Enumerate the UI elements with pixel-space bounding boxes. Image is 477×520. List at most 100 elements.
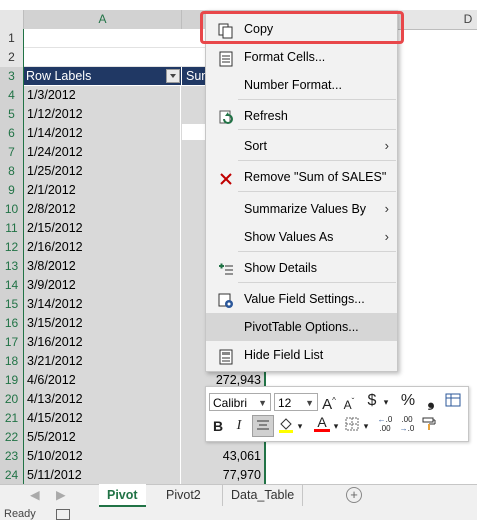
row-header[interactable]: 12 (0, 238, 24, 258)
pivot-row-value[interactable]: 77,970 (181, 466, 265, 486)
row-header[interactable]: 4 (0, 86, 24, 106)
menu-separator (238, 191, 396, 192)
row-header[interactable]: 18 (0, 352, 24, 372)
row-header[interactable]: 2 (0, 48, 24, 68)
row-header[interactable]: 11 (0, 219, 24, 239)
scroll-tabs-right-icon[interactable]: ▶ (48, 484, 74, 506)
row-header[interactable]: 6 (0, 124, 24, 144)
select-all-corner[interactable] (0, 10, 24, 29)
menu-item-number-format[interactable]: Number Format... (206, 71, 397, 99)
chevron-down-icon[interactable]: ▾ (296, 417, 304, 435)
pivot-row-label[interactable]: 2/15/2012 (24, 219, 180, 239)
font-name-select[interactable]: Calibri ▼ (209, 393, 271, 411)
row-header[interactable]: 15 (0, 295, 24, 315)
refresh-icon (218, 108, 234, 124)
comma-style-button[interactable]: ❟ (426, 391, 436, 409)
format-cells-icon (218, 49, 234, 67)
pivot-row-label[interactable]: 5/11/2012 (24, 466, 180, 486)
row-header[interactable]: 1 (0, 29, 24, 49)
pivot-row-label[interactable]: 5/5/2012 (24, 428, 180, 448)
pivot-row-label[interactable]: 4/15/2012 (24, 409, 180, 429)
pivot-row-value[interactable]: 43,061 (181, 447, 265, 467)
menu-item-summarize-values-by[interactable]: Summarize Values By › (206, 195, 397, 223)
menu-item-value-field-settings[interactable]: Value Field Settings... (206, 285, 397, 313)
menu-item-format-cells[interactable]: Format Cells... (206, 43, 397, 71)
pivot-row-label[interactable]: 1/14/2012 (24, 124, 180, 144)
tab-pivot2[interactable]: Pivot2 (158, 484, 209, 506)
row-header[interactable]: 9 (0, 181, 24, 201)
percent-style-button[interactable]: % (400, 392, 416, 410)
row-header[interactable]: 8 (0, 162, 24, 182)
menu-item-show-values-as[interactable]: Show Values As › (206, 223, 397, 251)
menu-separator (238, 160, 396, 161)
add-sheet-button[interactable]: + (338, 484, 370, 506)
row-header[interactable]: 23 (0, 447, 24, 467)
chevron-down-icon[interactable]: ▾ (362, 417, 370, 435)
row-header[interactable]: 10 (0, 200, 24, 220)
currency-format-button[interactable]: $ (366, 392, 378, 410)
row-header[interactable]: 14 (0, 276, 24, 296)
menu-item-show-details[interactable]: Show Details (206, 254, 397, 282)
pivot-row-label[interactable]: 3/21/2012 (24, 352, 180, 372)
borders-icon[interactable] (344, 417, 360, 435)
font-size-select[interactable]: 12 ▼ (274, 393, 318, 411)
font-color-icon[interactable]: A (314, 415, 330, 432)
align-center-button[interactable] (252, 415, 274, 437)
remove-x-icon (218, 169, 234, 185)
scroll-tabs-left-icon[interactable]: ◀ (22, 484, 48, 506)
pivot-row-label[interactable]: 2/1/2012 (24, 181, 180, 201)
tab-pivot[interactable]: Pivot (99, 484, 146, 507)
row-header[interactable]: 5 (0, 105, 24, 125)
pivot-row-label[interactable]: 4/6/2012 (24, 371, 180, 391)
pivot-row-label[interactable]: 1/3/2012 (24, 86, 180, 106)
italic-button[interactable]: I (232, 417, 246, 435)
row-header[interactable]: 19 (0, 371, 24, 391)
pivot-row-label[interactable]: 2/16/2012 (24, 238, 180, 258)
column-header-a[interactable]: A (24, 10, 182, 31)
menu-item-hide-field-list[interactable]: Hide Field List (206, 341, 397, 369)
bold-button[interactable]: B (211, 417, 225, 435)
format-painter-table-icon[interactable] (444, 392, 462, 412)
pivot-row-label[interactable]: 1/24/2012 (24, 143, 180, 163)
selection-border-left (23, 29, 24, 485)
format-painter-icon[interactable] (420, 416, 438, 436)
row-header[interactable]: 21 (0, 409, 24, 429)
row-header[interactable]: 13 (0, 257, 24, 277)
menu-item-label: Summarize Values By (244, 202, 367, 216)
row-header[interactable]: 17 (0, 333, 24, 353)
menu-item-pivottable-options[interactable]: PivotTable Options... (206, 313, 397, 341)
pivot-row-label[interactable]: 3/8/2012 (24, 257, 180, 277)
menu-item-refresh[interactable]: Refresh (206, 102, 397, 130)
pivot-row-labels-header[interactable]: Row Labels (24, 67, 181, 85)
increase-font-size-button[interactable]: A^ (322, 392, 336, 414)
filter-dropdown-button[interactable] (166, 69, 180, 83)
pivot-row-label[interactable]: 3/15/2012 (24, 314, 180, 334)
pivot-row-label[interactable]: 3/16/2012 (24, 333, 180, 353)
row-header[interactable]: 16 (0, 314, 24, 334)
pivot-row-label[interactable]: 3/14/2012 (24, 295, 180, 315)
increase-decimal-button[interactable]: ←.0.00 (376, 415, 394, 433)
fill-color-icon[interactable] (278, 416, 294, 438)
menu-item-sort[interactable]: Sort › (206, 132, 397, 160)
row-header[interactable]: 20 (0, 390, 24, 410)
chevron-down-icon[interactable]: ▾ (382, 393, 390, 411)
chevron-down-icon[interactable]: ▾ (332, 417, 340, 435)
pivot-row-label[interactable]: 1/12/2012 (24, 105, 180, 125)
tab-data-table[interactable]: Data_Table (222, 484, 304, 506)
macro-record-icon[interactable] (56, 509, 70, 520)
status-text: Ready (4, 508, 36, 520)
row-header[interactable]: 24 (0, 466, 24, 486)
pivot-row-label[interactable]: 2/8/2012 (24, 200, 180, 220)
pivot-row-label[interactable]: 4/13/2012 (24, 390, 180, 410)
copy-highlight-box (200, 11, 404, 44)
menu-item-remove-sum-of-sales[interactable]: Remove "Sum of SALES" (206, 163, 397, 191)
column-header-d[interactable]: D (459, 10, 477, 29)
pivot-row-label[interactable]: 5/10/2012 (24, 447, 180, 467)
row-header[interactable]: 22 (0, 428, 24, 448)
row-header[interactable]: 3 (0, 67, 24, 87)
decrease-font-size-button[interactable]: Aˇ (342, 393, 356, 414)
decrease-decimal-button[interactable]: .00 →.0 (398, 415, 416, 433)
row-header[interactable]: 7 (0, 143, 24, 163)
pivot-row-label[interactable]: 3/9/2012 (24, 276, 180, 296)
pivot-row-label[interactable]: 1/25/2012 (24, 162, 180, 182)
